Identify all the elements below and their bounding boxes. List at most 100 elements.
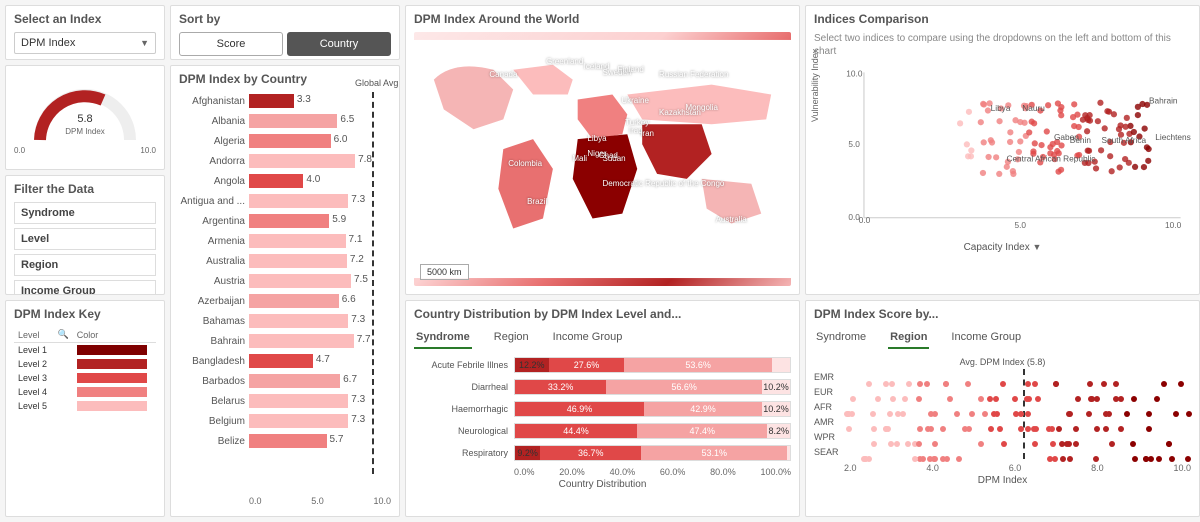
compare-scatter[interactable]: LibyaNauruBahrainGabonBeninLiechtenstein…	[838, 62, 1191, 239]
scatter-dot	[985, 154, 991, 160]
strip-dot	[875, 396, 881, 402]
segment	[772, 358, 790, 372]
strip-dot	[894, 441, 900, 447]
stacked-row[interactable]: Acute Febrile Illnes12.2%27.6%53.6%	[414, 357, 791, 373]
bar-row[interactable]: Austria 7.5	[179, 272, 385, 290]
stacked-row[interactable]: Haemorrhagic46.9%42.9%10.2%	[414, 401, 791, 417]
tab-income-group[interactable]: Income Group	[551, 327, 625, 349]
bar-label: Algeria	[179, 136, 249, 147]
sort-country-button[interactable]: Country	[287, 32, 391, 56]
filter-income-group[interactable]: Income Group	[14, 280, 156, 295]
sort-score-button[interactable]: Score	[179, 32, 283, 56]
bar-row[interactable]: Afghanistan 3.3	[179, 92, 385, 110]
bar-row[interactable]: Argentina 5.9	[179, 212, 385, 230]
bar-label: Antigua and ...	[179, 196, 249, 207]
filter-syndrome[interactable]: Syndrome	[14, 202, 156, 224]
stacked-row[interactable]: Diarrheal33.2%56.6%10.2%	[414, 379, 791, 395]
strip-dot	[870, 411, 876, 417]
tab-region[interactable]: Region	[492, 327, 531, 349]
bar-fill: 7.1	[249, 234, 346, 248]
strip-dot	[928, 411, 934, 417]
stacked-row[interactable]: Neurological44.4%47.4%8.2%	[414, 423, 791, 439]
map-country-label: Colombia	[508, 159, 542, 168]
map-country-label: Iraq	[629, 126, 643, 135]
strip-dot	[1052, 456, 1058, 462]
bar-row[interactable]: Australia 7.2	[179, 252, 385, 270]
scatter-dot	[966, 109, 972, 115]
strip-dot	[1025, 411, 1031, 417]
strip-dot	[1161, 381, 1167, 387]
svg-text:10.0: 10.0	[846, 69, 863, 79]
strip-dot	[1109, 441, 1115, 447]
scatter-dot	[1102, 125, 1108, 131]
bar-fill: 3.3	[249, 94, 294, 108]
bar-fill: 6.5	[249, 114, 337, 128]
segment: 12.2%	[515, 358, 549, 372]
tab-syndrome[interactable]: Syndrome	[414, 327, 472, 349]
segment: 10.2%	[762, 402, 790, 416]
bar-row[interactable]: Albania 6.5	[179, 112, 385, 130]
map-country-label: Mali	[572, 154, 587, 163]
scatter-dot	[1117, 164, 1123, 170]
bar-row[interactable]: Andorra 7.8	[179, 152, 385, 170]
tab-income-group[interactable]: Income Group	[949, 327, 1023, 349]
filter-level[interactable]: Level	[14, 228, 156, 250]
scatter-dot	[1045, 102, 1051, 108]
strip-dot	[905, 441, 911, 447]
chevron-down-icon[interactable]: ▼	[1033, 242, 1042, 252]
bar-value: 6.0	[334, 134, 348, 145]
filter-region[interactable]: Region	[14, 254, 156, 276]
bar-fill: 7.3	[249, 314, 348, 328]
tab-syndrome[interactable]: Syndrome	[814, 327, 868, 349]
strip-dot	[1018, 426, 1024, 432]
bar-row[interactable]: Algeria 6.0	[179, 132, 385, 150]
bar-row[interactable]: Belarus 7.3	[179, 392, 385, 410]
segment: 8.2%	[767, 424, 790, 438]
scatter-dot	[1058, 112, 1064, 118]
bar-row[interactable]: Barbados 6.7	[179, 372, 385, 390]
chevron-down-icon: ▼	[140, 38, 149, 48]
scatter-dot	[1145, 158, 1151, 164]
strip-dot	[1050, 441, 1056, 447]
scatter-dot	[1007, 139, 1013, 145]
strip-dot	[1012, 396, 1018, 402]
strip-dot	[871, 426, 877, 432]
bar-row[interactable]: Bangladesh 4.7	[179, 352, 385, 370]
bar-row[interactable]: Belize 5.7	[179, 432, 385, 450]
segment: 10.2%	[762, 380, 790, 394]
dist-tabs: Syndrome Region Income Group	[414, 327, 791, 349]
bar-row[interactable]: Antigua and ... 7.3	[179, 192, 385, 210]
region-row[interactable]: EMR	[814, 369, 1191, 384]
bar-row[interactable]: Azerbaijan 6.6	[179, 292, 385, 310]
bar-row[interactable]: Bahrain 7.7	[179, 332, 385, 350]
bar-row[interactable]: Belgium 7.3	[179, 412, 385, 430]
gauge-panel: 5.8 DPM Index 0.0 10.0	[5, 65, 165, 170]
bar-value: 7.3	[351, 194, 365, 205]
bar-value: 5.7	[330, 434, 344, 445]
stacked-row[interactable]: Respiratory9.2%36.7%53.1%	[414, 445, 791, 461]
tab-region[interactable]: Region	[888, 327, 929, 349]
strip-dot	[1087, 381, 1093, 387]
index-dropdown[interactable]: DPM Index ▼	[14, 32, 156, 54]
segment: 27.6%	[549, 358, 625, 372]
distribution-panel: Country Distribution by DPM Index Level …	[405, 300, 800, 517]
region-row[interactable]: WPR	[814, 429, 1191, 444]
bar-row[interactable]: Angola 4.0	[179, 172, 385, 190]
strip-dot	[1056, 426, 1062, 432]
region-avg-label: Avg. DPM Index (5.8)	[814, 357, 1191, 367]
strip-dot	[1094, 426, 1100, 432]
search-icon[interactable]: 🔍	[54, 327, 73, 343]
bar-label: Azerbaijan	[179, 296, 249, 307]
bar-label: Belgium	[179, 416, 249, 427]
bar-row[interactable]: Bahamas 7.3	[179, 312, 385, 330]
country-bar-chart[interactable]: Afghanistan 3.3 Albania 6.5 Algeria 6.0 And…	[179, 92, 391, 474]
svg-text:5.8: 5.8	[77, 113, 92, 125]
stacked-label: Neurological	[414, 426, 514, 436]
world-map[interactable]: CanadaGreenlandIcelandSwedenFinlandRussi…	[414, 32, 791, 286]
bar-value: 3.3	[297, 94, 311, 105]
bar-row[interactable]: Armenia 7.1	[179, 232, 385, 250]
strip-dot	[1053, 381, 1059, 387]
strip-dot	[1166, 441, 1172, 447]
bar-value: 6.6	[342, 294, 356, 305]
map-country-label: Chad	[599, 151, 618, 160]
